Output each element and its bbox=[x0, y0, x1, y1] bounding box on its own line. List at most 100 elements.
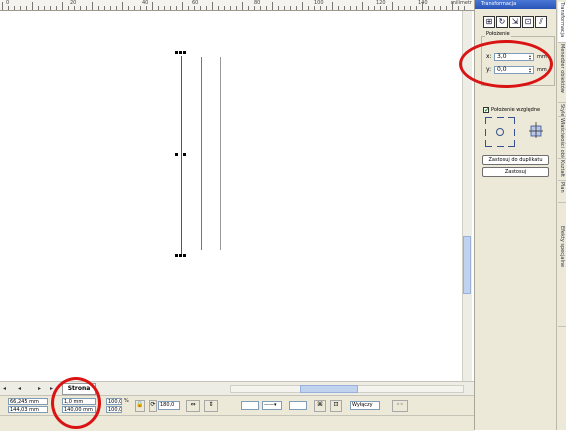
tab-object-properties[interactable]: Właściwości obiektu bbox=[558, 118, 566, 159]
ruler-tick bbox=[338, 6, 339, 10]
scale-icon[interactable]: ⇲ bbox=[509, 16, 521, 28]
apply-to-duplicate-button[interactable]: Zastosuj do duplikatu bbox=[482, 155, 549, 165]
anchor-bottom-right[interactable] bbox=[508, 140, 515, 147]
ruler-tick bbox=[212, 2, 213, 10]
ruler-tick bbox=[200, 6, 201, 10]
rotation-field[interactable]: 180,0 bbox=[158, 401, 180, 410]
anchor-grid bbox=[485, 117, 515, 147]
tab-plan[interactable]: Plan bbox=[558, 182, 566, 203]
selection-handle[interactable] bbox=[179, 254, 182, 257]
relative-position-checkbox[interactable]: ✔ bbox=[483, 107, 489, 114]
anchor-bottom-left[interactable] bbox=[485, 140, 492, 147]
convert-icon[interactable]: ⊡ bbox=[330, 400, 342, 412]
selection-handle[interactable] bbox=[183, 51, 186, 54]
mirror-vertical-icon[interactable]: ⇕ bbox=[204, 400, 218, 412]
start-arrow-select[interactable] bbox=[241, 401, 259, 410]
ruler-unit: milimetr bbox=[450, 0, 472, 6]
ruler-tick bbox=[56, 6, 57, 10]
scale-height-field[interactable]: 100,0 bbox=[106, 406, 122, 413]
ruler-tick bbox=[320, 6, 321, 10]
size-icon[interactable]: ⊡ bbox=[522, 16, 534, 28]
scale-width-field[interactable]: 100,0 bbox=[106, 398, 122, 405]
ruler-tick bbox=[404, 6, 405, 10]
annotation-ellipse-size bbox=[51, 377, 101, 429]
tab-special-effects[interactable]: Efekty specjalne bbox=[558, 226, 566, 327]
position-icon[interactable]: ⊞ bbox=[483, 16, 495, 28]
ruler-tick bbox=[110, 6, 111, 10]
docker-tabs: Transformacja Menedżer obiektów Style Wł… bbox=[556, 0, 566, 430]
y-position-field[interactable]: 144,03 mm bbox=[8, 406, 48, 413]
ruler-tick bbox=[314, 6, 315, 10]
lock-ratio-icon[interactable]: 🔒 bbox=[135, 400, 145, 412]
tab-styles[interactable]: Style bbox=[558, 104, 566, 117]
ruler-tick bbox=[50, 6, 51, 10]
anchor-middle-right[interactable] bbox=[508, 129, 515, 136]
ruler-tick bbox=[86, 6, 87, 10]
ruler-tick bbox=[374, 6, 375, 10]
docker-title: Transformacja bbox=[475, 0, 557, 9]
ruler-tick bbox=[122, 2, 123, 10]
ruler-tick bbox=[284, 6, 285, 10]
outline-width-select[interactable]: Wyłączy bbox=[350, 401, 380, 410]
selection-handle[interactable] bbox=[179, 51, 182, 54]
anchor-top-right[interactable] bbox=[508, 117, 515, 124]
ruler-tick bbox=[356, 6, 357, 10]
ruler-tick bbox=[38, 6, 39, 10]
ruler-tick bbox=[236, 6, 237, 10]
tab-transform[interactable]: Transformacja bbox=[558, 2, 566, 43]
apply-button[interactable]: Zastosuj bbox=[482, 167, 549, 177]
anchor-top-left[interactable] bbox=[485, 117, 492, 124]
vertical-scroll-thumb[interactable] bbox=[463, 236, 471, 294]
ruler-tick bbox=[242, 2, 243, 10]
skew-icon[interactable]: ⫽ bbox=[535, 16, 547, 28]
line-style-select[interactable]: ——▾ bbox=[262, 401, 282, 410]
ruler-tick bbox=[428, 6, 429, 10]
ruler-tick bbox=[464, 6, 465, 10]
ruler-tick bbox=[128, 6, 129, 10]
tab-object-manager[interactable]: Menedżer obiektów bbox=[558, 44, 566, 103]
ruler-label: 60 bbox=[192, 0, 199, 6]
horizontal-ruler[interactable]: 0 20 40 60 80 100 120 140 milimetr bbox=[0, 0, 474, 11]
ruler-tick bbox=[74, 6, 75, 10]
first-page-icon[interactable]: ◂ bbox=[3, 385, 6, 393]
ruler-tick bbox=[368, 6, 369, 10]
disabled-button[interactable]: ◦◦ bbox=[392, 400, 408, 412]
mirror-horizontal-icon[interactable]: ⇔ bbox=[186, 400, 200, 412]
ruler-tick bbox=[62, 2, 63, 10]
selection-handle[interactable] bbox=[183, 254, 186, 257]
ruler-tick bbox=[302, 2, 303, 10]
tab-shape[interactable]: Kształt bbox=[558, 160, 566, 181]
ruler-tick bbox=[434, 6, 435, 10]
ruler-tick bbox=[32, 2, 33, 10]
x-position-field[interactable]: 66,245 mm bbox=[8, 398, 48, 405]
end-arrow-select[interactable] bbox=[289, 401, 307, 410]
anchor-bottom-center[interactable] bbox=[497, 140, 504, 147]
ruler-tick bbox=[278, 6, 279, 10]
selection-handle[interactable] bbox=[175, 51, 178, 54]
anchor-middle-left[interactable] bbox=[485, 129, 492, 136]
ruler-tick bbox=[440, 6, 441, 10]
anchor-center[interactable] bbox=[496, 128, 504, 136]
line-copy-2[interactable] bbox=[220, 57, 221, 250]
selection-handle[interactable] bbox=[183, 153, 186, 156]
ruler-label: 100 bbox=[314, 0, 324, 6]
ruler-tick bbox=[2, 2, 3, 10]
prev-page-icon[interactable]: ◂ bbox=[18, 385, 21, 393]
line-copy-1[interactable] bbox=[201, 57, 202, 250]
rotate-icon[interactable]: ⟳ bbox=[149, 400, 157, 412]
anchor-top-center[interactable] bbox=[497, 117, 504, 124]
next-page-icon[interactable]: ▸ bbox=[38, 385, 41, 393]
ruler-tick bbox=[350, 6, 351, 10]
ruler-tick bbox=[14, 6, 15, 10]
drawing-canvas[interactable] bbox=[0, 11, 462, 381]
rotate-icon[interactable]: ↻ bbox=[496, 16, 508, 28]
selection-handle[interactable] bbox=[175, 153, 178, 156]
ruler-tick bbox=[332, 2, 333, 10]
selection-handle[interactable] bbox=[175, 254, 178, 257]
ruler-tick bbox=[248, 6, 249, 10]
ruler-tick bbox=[116, 6, 117, 10]
horizontal-scroll-thumb[interactable] bbox=[300, 385, 358, 393]
wrap-text-icon[interactable]: ⌘ bbox=[314, 400, 326, 412]
selected-line[interactable] bbox=[181, 56, 182, 256]
scale-unit: % bbox=[124, 398, 129, 404]
